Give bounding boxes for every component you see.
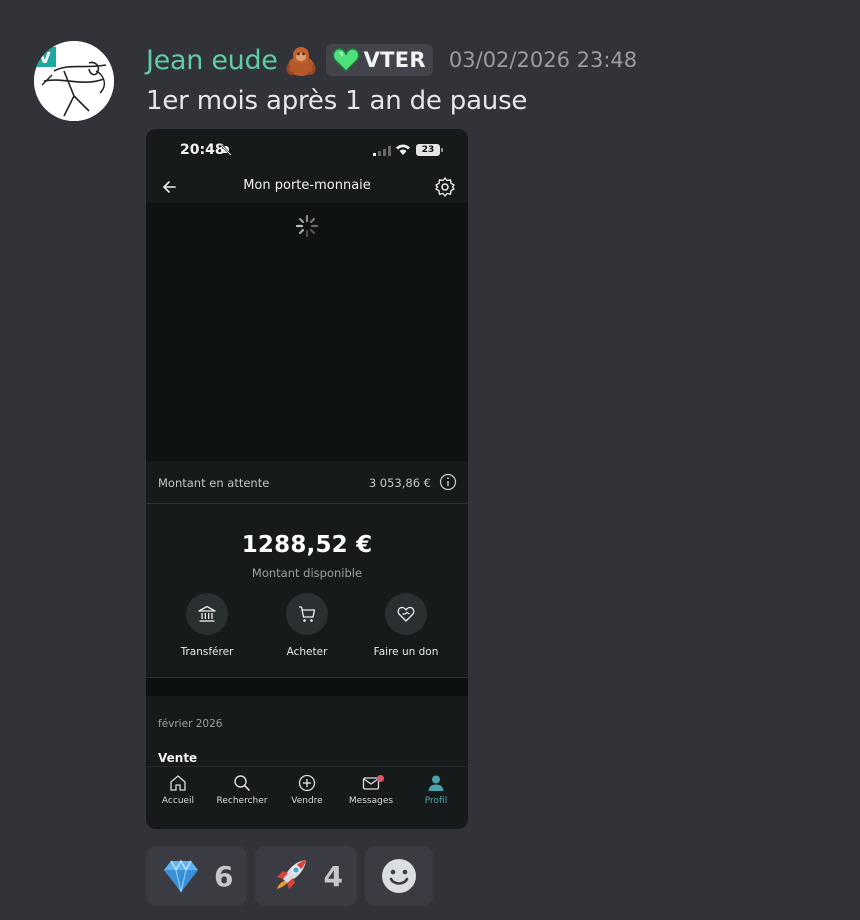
buy-button[interactable]: Acheter [262, 593, 352, 658]
role-tag-label: VTER [363, 48, 426, 72]
status-bar: 20:48 23 [146, 129, 468, 171]
reaction-rocket-count: 4 [323, 859, 343, 893]
tab-profile[interactable]: Profil [404, 773, 468, 806]
gear-icon[interactable] [434, 176, 456, 198]
green-heart-icon [332, 48, 359, 73]
tab-sell[interactable]: Vendre [275, 773, 339, 806]
reaction-gem[interactable]: 6 [146, 846, 248, 906]
gem-icon [164, 859, 198, 893]
loading-spinner-icon [295, 214, 319, 238]
reaction-rocket[interactable]: 4 [255, 846, 357, 906]
avatar-letter: V [39, 49, 51, 67]
user-icon [428, 775, 444, 791]
section-label: Vente [158, 751, 198, 765]
heart-hand-icon [397, 606, 415, 622]
tab-messages[interactable]: Messages [339, 773, 403, 806]
cart-icon [299, 606, 316, 622]
page-title: Mon porte-monnaie [243, 178, 371, 193]
balance-block: 1288,52 € Montant disponible Transférer [146, 505, 468, 678]
transactions-list: février 2026 Vente [146, 696, 468, 766]
transfer-label: Transférer [180, 646, 234, 658]
nav-bar: Mon porte-monnaie [146, 171, 468, 203]
home-icon [170, 775, 186, 791]
donate-label: Faire un don [373, 646, 439, 658]
tab-home[interactable]: Accueil [146, 773, 210, 806]
orangutan-icon [286, 47, 316, 76]
battery-indicator: 23 [416, 144, 443, 156]
status-time: 20:48 [180, 142, 225, 158]
month-label: février 2026 [158, 718, 223, 730]
signal-icon [373, 146, 391, 156]
chart-loading-area [146, 203, 468, 461]
search-icon [234, 775, 250, 791]
reactions-bar: 6 4 [146, 846, 433, 906]
rocket-icon [277, 860, 307, 889]
bank-icon [198, 605, 216, 622]
message-header: Jean eude VTER 03/02/2026 23:48 [146, 40, 637, 80]
pending-amount-row: Montant en attente 3 053,86 € [146, 462, 468, 504]
timestamp: 03/02/2026 23:48 [448, 48, 638, 72]
message-text: 1er mois après 1 an de pause [146, 86, 528, 116]
tab-sell-label: Vendre [291, 796, 323, 806]
wifi-icon [396, 144, 410, 155]
info-icon[interactable] [439, 473, 457, 491]
pending-value: 3 053,86 € [368, 476, 431, 490]
add-reaction-icon [381, 859, 416, 893]
username[interactable]: Jean eude [146, 45, 278, 76]
tab-search-label: Rechercher [216, 796, 268, 806]
role-tag[interactable]: VTER [325, 44, 433, 76]
image-attachment[interactable]: 20:48 23 Mon porte-monnaie Montant en at… [146, 129, 468, 829]
tab-profile-label: Profil [424, 796, 448, 806]
tab-bar: Accueil Rechercher Vendre Messages Profi… [146, 766, 468, 829]
tab-messages-label: Messages [348, 796, 394, 806]
balance-amount: 1288,52 € [241, 532, 373, 558]
tab-home-label: Accueil [161, 796, 195, 806]
balance-label: Montant disponible [251, 566, 363, 580]
pending-label: Montant en attente [158, 476, 270, 490]
plus-circle-icon [298, 774, 316, 792]
transfer-button[interactable]: Transférer [162, 593, 252, 658]
buy-label: Acheter [286, 646, 328, 658]
reaction-gem-count: 6 [214, 859, 234, 893]
section-separator [146, 678, 468, 696]
donate-button[interactable]: Faire un don [361, 593, 451, 658]
add-reaction-button[interactable] [364, 846, 433, 906]
user-avatar[interactable]: V [34, 41, 114, 121]
tab-search[interactable]: Rechercher [210, 773, 274, 806]
bell-muted-icon [220, 144, 232, 156]
notification-dot [377, 775, 384, 782]
